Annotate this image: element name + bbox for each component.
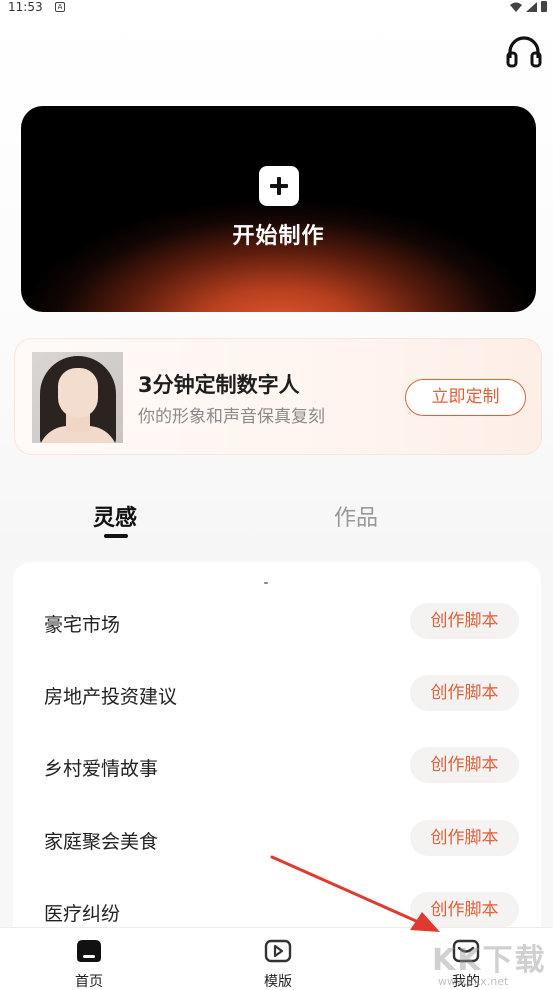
active-tab-indicator [104, 534, 128, 538]
mine-icon [452, 939, 480, 963]
start-creating-card[interactable]: 开始制作 [21, 106, 536, 312]
list-item[interactable]: 医疗纠纷 创作脚本 [13, 892, 541, 932]
idea-title: 豪宅市场 [44, 614, 121, 636]
plus-icon [259, 166, 299, 206]
avatar [32, 352, 123, 443]
create-script-button[interactable]: 创作脚本 [410, 603, 519, 639]
list-item[interactable]: 豪宅市场 创作脚本 [13, 603, 541, 643]
digital-human-promo[interactable]: 3分钟定制数字人 你的形象和声音保真复刻 立即定制 [14, 338, 542, 455]
wifi-icon [510, 2, 522, 12]
promo-title: 3分钟定制数字人 [138, 373, 300, 397]
customize-now-button[interactable]: 立即定制 [405, 379, 526, 416]
nav-item-home[interactable]: 首页 [44, 928, 134, 990]
home-icon [77, 940, 101, 962]
idea-title: 医疗纠纷 [44, 903, 121, 925]
promo-subtitle: 你的形象和声音保真复刻 [138, 407, 325, 427]
list-item[interactable]: 房地产投资建议 创作脚本 [13, 675, 541, 715]
bottom-nav: 首页 模版 我的 [0, 927, 553, 990]
notification-icon: A [55, 2, 65, 12]
idea-title: 家庭聚会美食 [44, 831, 159, 853]
nav-label: 我的 [452, 974, 480, 990]
headset-icon[interactable] [506, 36, 542, 68]
idea-list: 豪宅市场 创作脚本 房地产投资建议 创作脚本 乡村爱情故事 创作脚本 家庭聚会美… [13, 562, 541, 942]
create-script-button[interactable]: 创作脚本 [410, 820, 519, 856]
status-icons [510, 1, 547, 12]
status-time: 11:53 [8, 0, 43, 14]
nav-label: 模版 [264, 974, 292, 990]
nav-item-mine[interactable]: 我的 [421, 928, 511, 990]
list-handle [264, 582, 268, 584]
start-creating-label: 开始制作 [232, 224, 325, 249]
status-bar: 11:53 A [0, 0, 553, 16]
list-item[interactable]: 家庭聚会美食 创作脚本 [13, 820, 541, 860]
battery-icon [541, 1, 547, 12]
create-script-button[interactable]: 创作脚本 [410, 747, 519, 783]
video-template-icon [264, 939, 292, 963]
signal-icon [526, 1, 537, 12]
create-script-button[interactable]: 创作脚本 [410, 892, 519, 928]
nav-label: 首页 [75, 974, 103, 990]
tab-works[interactable]: 作品 [334, 500, 378, 532]
idea-title: 房地产投资建议 [44, 686, 178, 708]
tab-inspiration[interactable]: 灵感 [93, 500, 137, 532]
nav-item-templates[interactable]: 模版 [233, 928, 323, 990]
create-script-button[interactable]: 创作脚本 [410, 675, 519, 711]
list-item[interactable]: 乡村爱情故事 创作脚本 [13, 747, 541, 787]
idea-title: 乡村爱情故事 [44, 758, 159, 780]
